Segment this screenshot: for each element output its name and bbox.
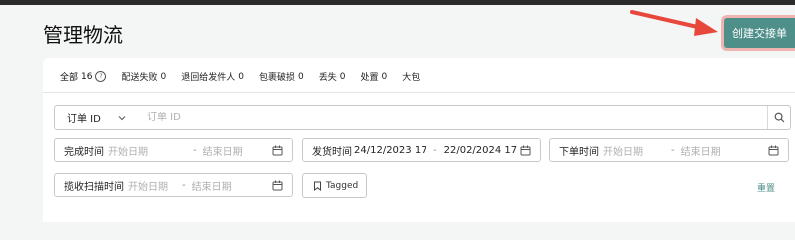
scan-time-range[interactable]: 揽收扫描时间 开始日期 - 结束日期 — [54, 173, 293, 197]
field-label: 发货时间 — [312, 146, 352, 158]
calendar-icon — [272, 180, 283, 191]
tab-count: 0 — [160, 71, 167, 82]
tab-delivery-failed[interactable]: 配送失败 0 — [121, 70, 167, 84]
tab-bulk[interactable]: 大包 — [402, 70, 420, 83]
field-label: 下单时间 — [559, 146, 599, 158]
tab-count: 0 — [339, 71, 346, 82]
calendar-icon — [520, 145, 531, 156]
field-label: 完成时间 — [64, 146, 104, 158]
search-button[interactable] — [767, 106, 790, 129]
filter-card: 全部 16 ? 配送失败 0 退回给发件人 0 包裹破损 0 丢失 0 处置 0… — [43, 58, 795, 222]
start-date-placeholder: 开始日期 — [128, 181, 168, 193]
annotation-arrow — [630, 10, 718, 36]
end-date-placeholder: 结束日期 — [680, 146, 721, 158]
end-date-placeholder: 结束日期 — [191, 181, 232, 193]
top-bar — [0, 0, 795, 5]
status-tabs: 全部 16 ? 配送失败 0 退回给发件人 0 包裹破损 0 丢失 0 处置 0… — [60, 70, 435, 83]
tagged-filter-button[interactable]: Tagged — [302, 173, 367, 198]
start-date-placeholder: 开始日期 — [603, 146, 643, 158]
tab-label: 配送失败 — [121, 73, 158, 83]
range-separator: - — [182, 179, 186, 191]
tab-return-to-sender[interactable]: 退回给发件人 0 — [181, 70, 244, 84]
start-date-value: 24/12/2023 17:( — [354, 144, 426, 156]
chevron-down-icon — [118, 115, 126, 120]
tab-label: 退回给发件人 — [181, 73, 236, 83]
tab-lost[interactable]: 丢失 0 — [318, 70, 346, 84]
page-title: 管理物流 — [43, 23, 123, 47]
search-type-select[interactable]: 订单 ID — [55, 110, 147, 125]
tab-count: 0 — [381, 71, 388, 82]
end-date-placeholder: 结束日期 — [202, 146, 243, 158]
tab-label: 包裹破损 — [258, 73, 295, 83]
order-time-range[interactable]: 下单时间 开始日期 - 结束日期 — [549, 138, 789, 162]
calendar-icon — [272, 145, 283, 156]
tab-count: 0 — [297, 71, 304, 82]
reset-link[interactable]: 重置 — [757, 181, 775, 194]
tagged-label: Tagged — [326, 180, 359, 191]
range-separator: - — [433, 144, 437, 156]
range-separator: - — [193, 144, 197, 156]
tab-all[interactable]: 全部 16 ? — [60, 70, 107, 83]
start-date-placeholder: 开始日期 — [108, 146, 148, 158]
calendar-icon — [768, 145, 779, 156]
search-input[interactable] — [147, 112, 767, 123]
tab-label: 大包 — [402, 73, 421, 83]
tab-count: 0 — [238, 71, 244, 82]
order-search: 订单 ID — [54, 105, 791, 130]
ship-time-range[interactable]: 发货时间 24/12/2023 17:( - 22/02/2024 17: — [302, 138, 541, 162]
tabs-divider — [43, 92, 795, 93]
tab-label: 全部 — [60, 73, 79, 83]
end-date-value: 22/02/2024 17: — [443, 144, 517, 156]
create-handover-button[interactable]: 创建交接单 — [724, 18, 795, 48]
search-icon — [774, 112, 784, 123]
help-icon[interactable]: ? — [95, 71, 107, 82]
search-type-label: 订单 ID — [67, 114, 101, 125]
bookmark-icon — [314, 181, 321, 191]
field-label: 揽收扫描时间 — [64, 181, 124, 193]
tab-disposal[interactable]: 处置 0 — [360, 70, 388, 84]
tab-label: 处置 — [360, 73, 379, 83]
tab-count: 16 — [81, 71, 93, 82]
tab-label: 丢失 — [318, 73, 337, 83]
complete-time-range[interactable]: 完成时间 开始日期 - 结束日期 — [54, 138, 293, 162]
range-separator: - — [671, 144, 675, 156]
tab-damaged[interactable]: 包裹破损 0 — [258, 70, 304, 84]
